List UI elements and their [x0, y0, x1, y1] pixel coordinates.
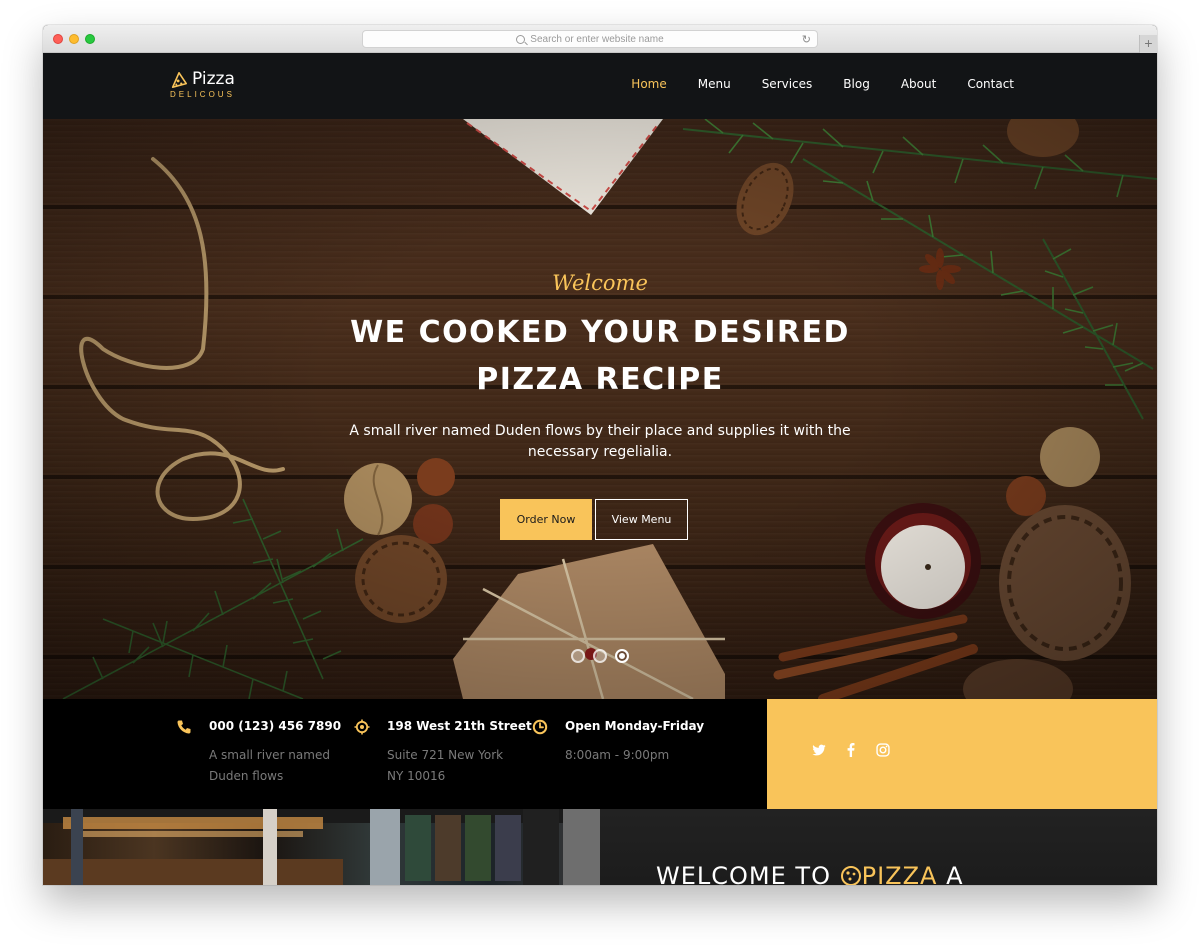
location-icon — [354, 719, 370, 735]
browser-window: Search or enter website name ↻ + Pizza D… — [43, 25, 1157, 885]
hero-slider: Welcome WE COOKED YOUR DESIRED PIZZA REC… — [43, 119, 1157, 699]
instagram-icon[interactable] — [876, 743, 890, 757]
order-now-button[interactable]: Order Now — [500, 499, 592, 540]
address-bar[interactable]: Search or enter website name ↻ — [362, 30, 818, 48]
main-menu: Home Menu Services Blog About Contact — [631, 53, 1014, 115]
twitter-icon[interactable] — [812, 743, 826, 757]
info-phone-title: 000 (123) 456 7890 — [209, 719, 342, 733]
welcome-prefix: WELCOME TO — [656, 862, 831, 885]
welcome-heading: WELCOME TO PIZZA A — [656, 862, 964, 885]
hero-headline-line2: PIZZA RECIPE — [476, 362, 724, 397]
minimize-window-button[interactable] — [69, 34, 79, 44]
welcome-chalkboard: WELCOME TO PIZZA A — [600, 809, 1157, 885]
hero-headline: WE COOKED YOUR DESIRED PIZZA RECIPE — [300, 309, 900, 403]
nav-menu[interactable]: Menu — [698, 77, 731, 91]
pizza-icon — [840, 866, 861, 885]
info-address-desc: Suite 721 New York NY 10016 — [387, 748, 504, 783]
slider-dots — [571, 649, 629, 663]
hero-content: Welcome WE COOKED YOUR DESIRED PIZZA REC… — [43, 119, 1157, 699]
hero-welcome: Welcome — [552, 271, 648, 295]
restaurant-photo — [43, 809, 600, 885]
address-placeholder: Search or enter website name — [530, 33, 664, 45]
site-navbar: Pizza DELICOUS Home Menu Services Blog A… — [43, 53, 1157, 119]
nav-services[interactable]: Services — [762, 77, 813, 91]
welcome-brand: PIZZA — [861, 862, 938, 885]
new-tab-button[interactable]: + — [1139, 35, 1157, 53]
info-hours-title: Open Monday-Friday — [565, 719, 705, 733]
welcome-section: WELCOME TO PIZZA A — [43, 809, 1157, 885]
nav-blog[interactable]: Blog — [843, 77, 870, 91]
nav-contact[interactable]: Contact — [967, 77, 1014, 91]
pizza-slice-icon — [171, 71, 188, 89]
info-address-title: 198 West 21th Street — [387, 719, 532, 733]
facebook-icon[interactable] — [844, 743, 858, 757]
hero-headline-line1: WE COOKED YOUR DESIRED — [350, 315, 850, 350]
nav-home[interactable]: Home — [631, 77, 666, 91]
nav-about[interactable]: About — [901, 77, 936, 91]
reload-icon[interactable]: ↻ — [802, 33, 811, 46]
search-icon — [516, 34, 526, 44]
phone-icon — [177, 720, 191, 734]
brand-name: Pizza — [192, 69, 235, 89]
info-phone-desc: A small river named Duden flows — [209, 748, 330, 783]
slider-dot-1[interactable] — [571, 649, 585, 663]
social-links — [812, 743, 890, 757]
info-hours-desc: 8:00am - 9:00pm — [565, 748, 670, 762]
slider-dot-3[interactable] — [615, 649, 629, 663]
view-menu-button[interactable]: View Menu — [595, 499, 688, 540]
browser-titlebar: Search or enter website name ↻ + — [43, 25, 1157, 53]
welcome-suffix: A — [946, 862, 964, 885]
slider-dot-2[interactable] — [593, 649, 607, 663]
brand-tagline: DELICOUS — [170, 90, 235, 99]
contact-info-bar: 000 (123) 456 7890 A small river named D… — [43, 699, 1157, 809]
maximize-window-button[interactable] — [85, 34, 95, 44]
social-panel — [767, 699, 1157, 809]
clock-icon — [532, 719, 548, 735]
hero-subtext: A small river named Duden flows by their… — [349, 423, 851, 460]
close-window-button[interactable] — [53, 34, 63, 44]
